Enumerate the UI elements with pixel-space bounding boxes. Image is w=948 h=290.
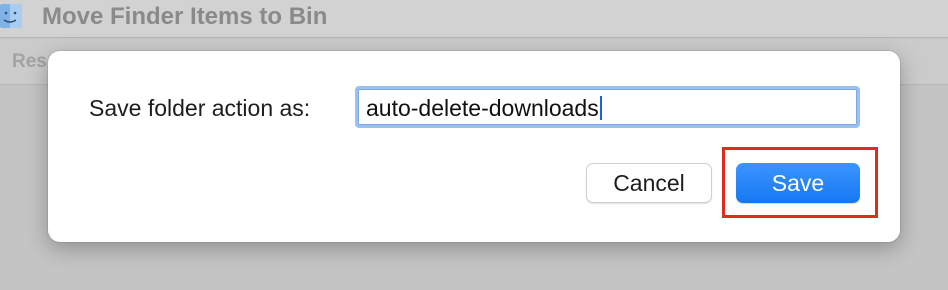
- input-value: auto-delete-downloads: [366, 95, 602, 122]
- save-button[interactable]: Save: [736, 163, 860, 203]
- input-value-text: auto-delete-downloads: [366, 95, 599, 121]
- window-titlebar: Move Finder Items to Bin: [0, 0, 948, 38]
- cancel-button[interactable]: Cancel: [586, 163, 712, 203]
- folder-action-name-input[interactable]: auto-delete-downloads: [355, 86, 860, 128]
- save-folder-action-dialog: Save folder action as: auto-delete-downl…: [48, 51, 900, 242]
- text-caret: [599, 96, 602, 120]
- window-title: Move Finder Items to Bin: [42, 3, 328, 30]
- finder-icon: [0, 4, 22, 28]
- field-label: Save folder action as:: [89, 95, 311, 121]
- subbar-label: Res: [12, 51, 47, 72]
